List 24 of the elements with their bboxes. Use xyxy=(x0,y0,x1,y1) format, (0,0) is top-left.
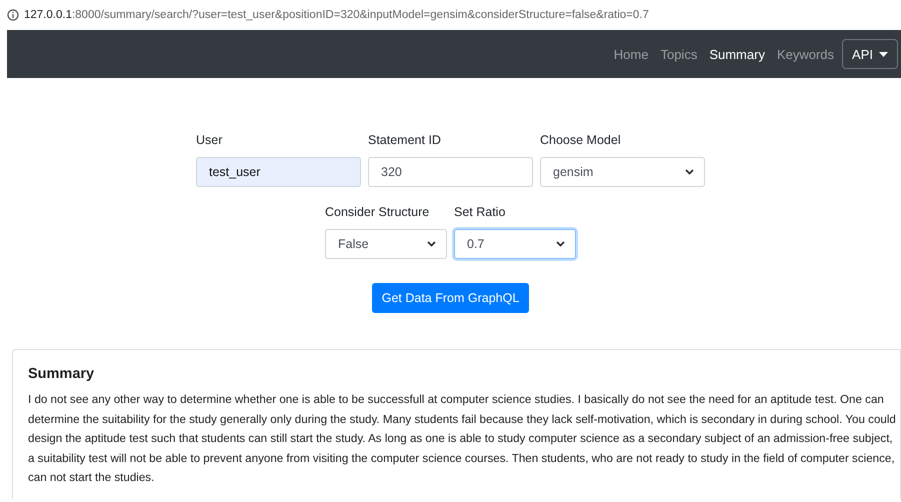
submit-button[interactable]: Get Data From GraphQL xyxy=(372,283,530,313)
summary-title: Summary xyxy=(28,366,96,382)
select-field[interactable]: gensim xyxy=(540,157,705,187)
info-icon[interactable] xyxy=(7,9,19,21)
select-field[interactable]: False xyxy=(325,229,447,259)
nav-link[interactable]: Summary xyxy=(703,46,771,62)
select-field[interactable]: 0.7 xyxy=(454,229,576,259)
input-field[interactable]: 320 xyxy=(368,157,533,187)
url-text[interactable]: 127.0.0.1:8000/summary/search/?user=test_user&positionID=320&inputModel=gensim&considerStructure=false&ratio=0.7 xyxy=(24,9,649,21)
field-label: Set Ratio xyxy=(454,205,506,221)
caret-icon xyxy=(879,52,888,56)
summary-text: I do not see any other way to determine whether one is able to be successfull at computer science studies. I basically do not see the need for an aptitude test. One can determine the suitability for the study generally only during the study. Many students fail because they lack self-motivation, which is secondary in during school. You could design the aptitude test such that students can still start the study. As long as one is able to study computer science as a secondary subject of an admission-free subject, a suitability test will not be able to prevent anyone from visiting the computer science courses. Then students, who are not ready to study in the field of computer science, can not start the studies. xyxy=(28,392,897,486)
chevron-icon xyxy=(685,169,694,175)
api-dropdown[interactable]: API xyxy=(842,39,898,69)
field-label: Choose Model xyxy=(540,133,622,149)
field-label: Consider Structure xyxy=(325,205,430,221)
nav-link[interactable]: Keywords xyxy=(770,46,840,62)
nav-link[interactable]: Home xyxy=(608,46,654,62)
field-label: User xyxy=(196,133,224,149)
input-field[interactable]: test_user xyxy=(196,157,361,187)
nav-link[interactable]: Topics xyxy=(654,46,704,62)
chevron-icon xyxy=(556,241,565,247)
chevron-icon xyxy=(427,241,436,247)
field-label: Statement ID xyxy=(368,133,442,149)
